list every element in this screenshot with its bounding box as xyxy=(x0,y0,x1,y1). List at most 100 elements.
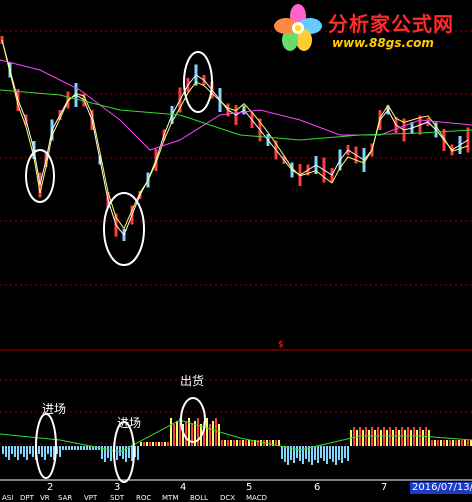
x-axis-number: 5 xyxy=(246,482,253,493)
tab-vr[interactable]: VR xyxy=(40,494,50,502)
histogram-bar xyxy=(317,446,319,463)
histogram-bar xyxy=(32,446,34,457)
histogram-bar xyxy=(11,446,13,454)
histogram-bar xyxy=(296,446,298,458)
histogram-bar xyxy=(110,446,112,461)
ma-mid-line xyxy=(1,39,469,230)
indicator-tab-bar: ASI DPT VR SAR VPT SDT ROC MTM BOLL DCX … xyxy=(0,494,472,502)
ma-fast-line xyxy=(1,39,469,236)
histogram-bar xyxy=(242,440,244,446)
exit-label: 出货 xyxy=(180,374,205,388)
tab-boll[interactable]: BOLL xyxy=(190,494,208,502)
histogram-bar xyxy=(467,440,469,446)
histogram-bar xyxy=(248,440,250,446)
x-axis-number: 2 xyxy=(47,482,54,493)
histogram-bar xyxy=(287,446,289,465)
x-axis-number: 7 xyxy=(381,482,388,493)
histogram-bar xyxy=(458,440,460,446)
x-axis-number: 4 xyxy=(180,482,187,493)
histogram-bar xyxy=(221,440,223,446)
histogram-bar xyxy=(71,446,73,450)
histogram-bar xyxy=(269,440,271,446)
histogram-bar xyxy=(146,442,148,446)
histogram-bar xyxy=(368,430,370,446)
histogram-bar xyxy=(38,446,40,454)
histogram-bar xyxy=(23,446,25,457)
histogram-bar xyxy=(149,442,151,446)
histogram-bar xyxy=(155,442,157,446)
histogram-bar xyxy=(206,418,208,446)
tab-asi[interactable]: ASI xyxy=(2,494,13,502)
histogram-bar xyxy=(452,440,454,446)
histogram-bar xyxy=(5,446,7,457)
histogram-bar xyxy=(410,430,412,446)
histogram-bar xyxy=(161,442,163,446)
histogram-bar xyxy=(137,446,139,460)
histogram-bar xyxy=(227,440,229,446)
histogram-bar xyxy=(230,440,232,446)
histogram-bar xyxy=(173,424,175,446)
histogram-bar xyxy=(131,446,133,461)
histogram-bar xyxy=(68,446,70,450)
indicator-line xyxy=(0,419,472,453)
histogram-bar xyxy=(320,446,322,458)
tab-mtm[interactable]: MTM xyxy=(162,494,178,502)
histogram-bar xyxy=(332,446,334,462)
histogram-bar xyxy=(398,430,400,446)
histogram-bar xyxy=(326,446,328,464)
histogram-bar xyxy=(239,440,241,446)
histogram-bar xyxy=(26,446,28,460)
histogram-bar xyxy=(176,421,178,446)
histogram-bar xyxy=(437,440,439,446)
stock-chart-window: 分析家公式网 www.88gs.com $ 进场 进场 出货 2 3 4 5 6… xyxy=(0,0,472,502)
tab-sdt[interactable]: SDT xyxy=(110,494,124,502)
histogram-bar xyxy=(245,440,247,446)
flower-logo-icon xyxy=(274,4,322,51)
histogram-bar xyxy=(14,446,16,457)
tab-macd[interactable]: MACD xyxy=(246,494,267,502)
tab-roc[interactable]: ROC xyxy=(136,494,151,502)
histogram-bar xyxy=(122,446,124,459)
histogram-bar xyxy=(362,430,364,446)
histogram-bar xyxy=(434,440,436,446)
entry-label-1: 进场 xyxy=(42,402,67,416)
histogram-bar xyxy=(170,418,172,446)
histogram-bar xyxy=(335,446,337,465)
histogram-bar xyxy=(446,440,448,446)
tab-sar[interactable]: SAR xyxy=(58,494,72,502)
histogram-bar xyxy=(167,442,169,446)
tab-dcx[interactable]: DCX xyxy=(220,494,235,502)
histogram-bar xyxy=(158,442,160,446)
watermark-url: www.88gs.com xyxy=(332,36,434,50)
histogram-bar xyxy=(392,430,394,446)
histogram-bar xyxy=(74,446,76,450)
histogram-bar xyxy=(431,440,433,446)
histogram-bar xyxy=(233,440,235,446)
histogram-bar xyxy=(116,446,118,460)
histogram-bar xyxy=(62,446,64,450)
histogram-bar xyxy=(260,440,262,446)
histogram-bar xyxy=(59,446,61,457)
entry-label-2: 进场 xyxy=(117,416,142,430)
histogram-bar xyxy=(347,446,349,461)
watermark: 分析家公式网 www.88gs.com xyxy=(272,2,468,54)
histogram-bar xyxy=(386,430,388,446)
histogram-bar xyxy=(344,446,346,458)
histogram-bar xyxy=(356,430,358,446)
watermark-title: 分析家公式网 xyxy=(328,12,454,36)
histogram-bar xyxy=(80,446,82,450)
histogram-bar xyxy=(29,446,31,454)
histogram-bar xyxy=(416,430,418,446)
tab-vpt[interactable]: VPT xyxy=(84,494,97,502)
price-chart[interactable] xyxy=(0,0,472,502)
histogram-bar xyxy=(323,446,325,461)
histogram-bar xyxy=(152,442,154,446)
histogram-bar xyxy=(224,440,226,446)
histogram-bar xyxy=(278,440,280,446)
histogram-bar xyxy=(107,446,109,458)
histogram-bar xyxy=(338,446,340,460)
tab-dpt[interactable]: DPT xyxy=(20,494,34,502)
histogram-bar xyxy=(440,440,442,446)
histogram-bar xyxy=(218,424,220,446)
histogram-bar xyxy=(341,446,343,463)
